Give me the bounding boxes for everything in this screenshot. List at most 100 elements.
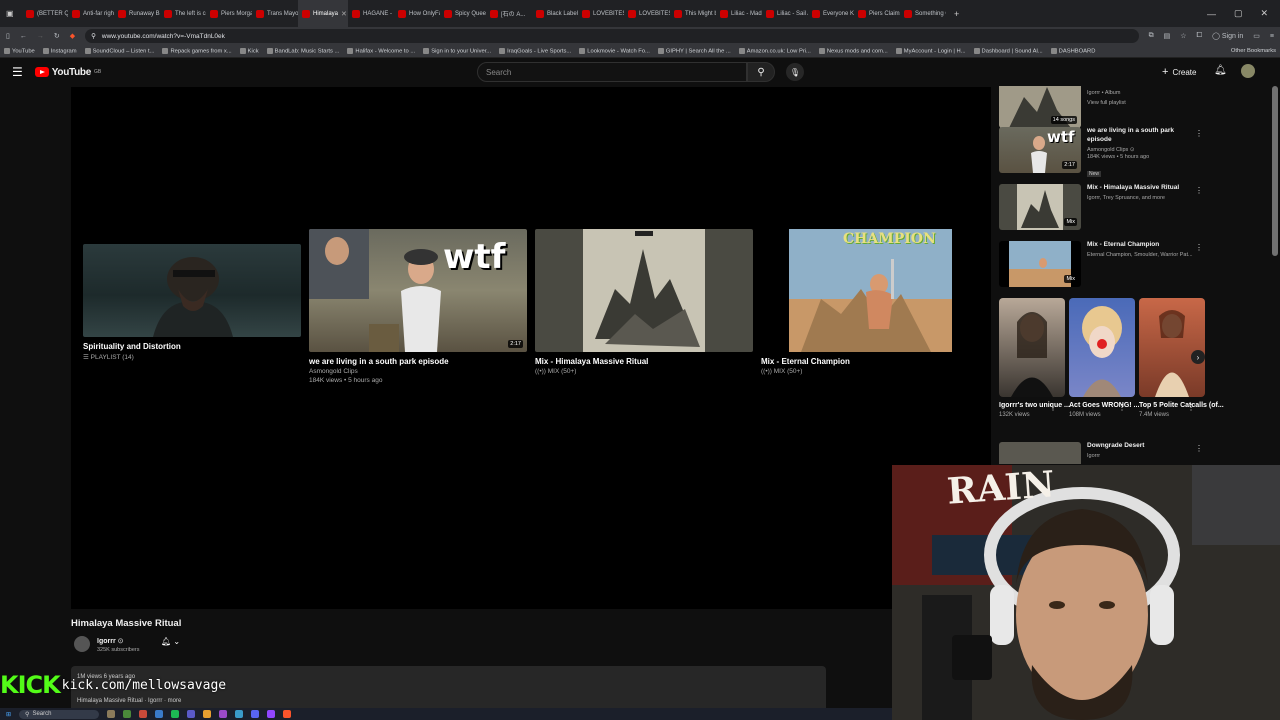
endcard-video[interactable]: wtf 2:17 we are living in a south park e…: [309, 229, 527, 384]
more-options-icon[interactable]: ⋮: [1195, 243, 1203, 252]
bookmark-item[interactable]: Kick: [239, 47, 259, 54]
video-player[interactable]: Spirituality and Distortion ☰ PLAYLIST (…: [71, 87, 991, 609]
tab-actions-icon[interactable]: ▣: [0, 9, 22, 18]
browser-tab[interactable]: Trans Mayor: [252, 0, 298, 27]
bookmark-item[interactable]: Repack games from x...: [162, 47, 232, 54]
browser-tab[interactable]: LOVEBITES /: [624, 0, 670, 27]
maximize-icon[interactable]: ▢: [1234, 8, 1243, 19]
bookmark-item[interactable]: Sign in to your Univer...: [423, 47, 491, 54]
browser-tab[interactable]: [石の A...: [486, 0, 532, 27]
browser-tab[interactable]: Runaway Ba: [114, 0, 160, 27]
bookmark-item[interactable]: BandLab: Music Starts ...: [266, 47, 339, 54]
search-button[interactable]: ⚲: [747, 62, 775, 82]
short-more-icon[interactable]: ⋮: [1118, 403, 1126, 412]
app-icon[interactable]: [155, 710, 164, 718]
notifications-bell-icon[interactable]: 🔔︎: [1214, 65, 1227, 76]
browser-tab[interactable]: The left is co: [160, 0, 206, 27]
bookmark-item[interactable]: Amazon.co.uk: Low Pri...: [738, 47, 811, 54]
app-icon[interactable]: [235, 710, 244, 718]
shield-icon[interactable]: ◆: [70, 32, 75, 40]
discord-icon[interactable]: [251, 710, 260, 718]
app-icon[interactable]: [187, 710, 196, 718]
search-input[interactable]: Search: [477, 62, 747, 82]
bookmark-item[interactable]: Lookmovie - Watch Fo...: [579, 47, 650, 54]
bookmark-item[interactable]: IraqGoals - Live Sports...: [499, 47, 571, 54]
windows-start-icon[interactable]: ⊞: [6, 711, 11, 718]
tab-close-icon[interactable]: ✕: [341, 10, 348, 18]
scrollbar-thumb[interactable]: [1272, 86, 1278, 256]
extensions-icon[interactable]: ⧠: [1196, 32, 1202, 40]
related-mix-item[interactable]: Mix Mix - Eternal Champion Eternal Champ…: [999, 241, 1203, 287]
endcard-mix[interactable]: CHAMPION Mix - Eternal Champion ((•)) MI…: [761, 229, 979, 375]
browser-tab[interactable]: Piers Claims: [854, 0, 900, 27]
related-video-item[interactable]: wtf 2:17 we are living in a south park e…: [999, 127, 1203, 180]
short-item[interactable]: Act Goes WRONG! ... 108M views: [1069, 298, 1139, 418]
browser-tab[interactable]: Black Label S: [532, 0, 578, 27]
browser-tab[interactable]: How OnlyFa: [394, 0, 440, 27]
app-icon[interactable]: [219, 710, 228, 718]
spotify-icon[interactable]: [171, 710, 180, 718]
more-options-icon[interactable]: ⋮: [1195, 129, 1203, 138]
wallet-icon[interactable]: ▭: [1253, 32, 1260, 40]
browser-tab[interactable]: Everyone Kn: [808, 0, 854, 27]
shorts-next-button[interactable]: ›: [1191, 350, 1205, 364]
app-icon[interactable]: [123, 710, 132, 718]
new-tab-button[interactable]: +: [946, 9, 959, 19]
browser-tab[interactable]: Something C: [900, 0, 946, 27]
browser-tab[interactable]: Piers Morga: [206, 0, 252, 27]
reload-icon[interactable]: ↻: [54, 32, 60, 40]
browser-tab[interactable]: LOVEBITES /: [578, 0, 624, 27]
channel-name[interactable]: Igorrr ⊙: [97, 637, 124, 645]
endcard-playlist[interactable]: Spirituality and Distortion ☰ PLAYLIST (…: [83, 244, 301, 361]
app-icon[interactable]: [267, 710, 276, 718]
browser-tab[interactable]: (BETTER QU: [22, 0, 68, 27]
bookmark-item[interactable]: YouTube: [4, 47, 35, 54]
url-field[interactable]: ⚲ www.youtube.com/watch?v=-VmaTdnL0ek: [85, 29, 1139, 43]
taskbar-search[interactable]: ⚲ Search: [19, 709, 100, 719]
bookmark-item[interactable]: Dashboard | Sound Al...: [973, 47, 1043, 54]
browser-tab[interactable]: Liliac - Madn: [716, 0, 762, 27]
bookmark-item[interactable]: Halifax - Welcome to ...: [347, 47, 415, 54]
sidebar-toggle-icon[interactable]: ▯: [6, 32, 10, 40]
brave-icon[interactable]: [283, 710, 292, 718]
playlist-item[interactable]: 14 songs Igorrr • Album View full playli…: [999, 86, 1197, 128]
browser-tab[interactable]: This Might b: [670, 0, 716, 27]
share-icon[interactable]: ⧉: [1149, 32, 1154, 40]
browser-tab[interactable]: Liliac - Sail A: [762, 0, 808, 27]
channel-avatar[interactable]: [74, 636, 90, 652]
bookmark-item[interactable]: Instagram: [42, 47, 77, 54]
star-icon[interactable]: ☆: [1180, 32, 1186, 40]
related-mix-item[interactable]: Mix Mix - Himalaya Massive Ritual Igorrr…: [999, 184, 1203, 230]
app-icon[interactable]: [139, 710, 148, 718]
minimize-icon[interactable]: —: [1207, 9, 1216, 19]
folder-icon[interactable]: [203, 710, 212, 718]
related-video-item[interactable]: Downgrade Desert Igorrr ⋮: [999, 442, 1203, 464]
youtube-logo[interactable]: YouTube GB: [34, 67, 101, 78]
other-bookmarks[interactable]: Other Bookmarks: [1231, 48, 1276, 54]
site-info-icon[interactable]: ⚲: [91, 32, 96, 40]
reader-icon[interactable]: ▤: [1164, 32, 1171, 40]
browser-tab[interactable]: HAGANE - [: [348, 0, 394, 27]
subscription-bell-button[interactable]: 🔔︎ ⌄: [161, 637, 180, 646]
more-options-icon[interactable]: ⋮: [1195, 444, 1203, 453]
browser-tab[interactable]: Spicy Queen: [440, 0, 486, 27]
browser-tab[interactable]: Himalaya ✕: [298, 0, 348, 27]
close-icon[interactable]: ✕: [1260, 8, 1268, 19]
profile-signin[interactable]: ◯ Sign in: [1212, 32, 1243, 40]
bookmark-item[interactable]: GIPHY | Search All the ...: [657, 47, 731, 54]
avatar[interactable]: [1241, 64, 1255, 78]
view-full-playlist-link[interactable]: View full playlist: [1087, 100, 1197, 108]
browser-tab[interactable]: Anti-far righ: [68, 0, 114, 27]
bookmark-item[interactable]: Nexus mods and com...: [818, 47, 888, 54]
bookmark-item[interactable]: SoundCloud – Listen t...: [84, 47, 154, 54]
voice-search-button[interactable]: 🎙: [786, 63, 804, 81]
endcard-mix[interactable]: Mix - Himalaya Massive Ritual ((•)) MIX …: [535, 229, 753, 375]
back-icon[interactable]: ←: [20, 33, 27, 40]
app-icon[interactable]: [107, 710, 116, 718]
forward-icon[interactable]: →: [37, 33, 44, 40]
short-more-icon[interactable]: ⋮: [1187, 403, 1195, 412]
bookmark-item[interactable]: MyAccount - Login | H...: [895, 47, 966, 54]
hamburger-menu-icon[interactable]: ☰: [12, 65, 23, 79]
menu-icon[interactable]: ≡: [1270, 33, 1274, 40]
create-button[interactable]: + Create: [1162, 66, 1196, 78]
